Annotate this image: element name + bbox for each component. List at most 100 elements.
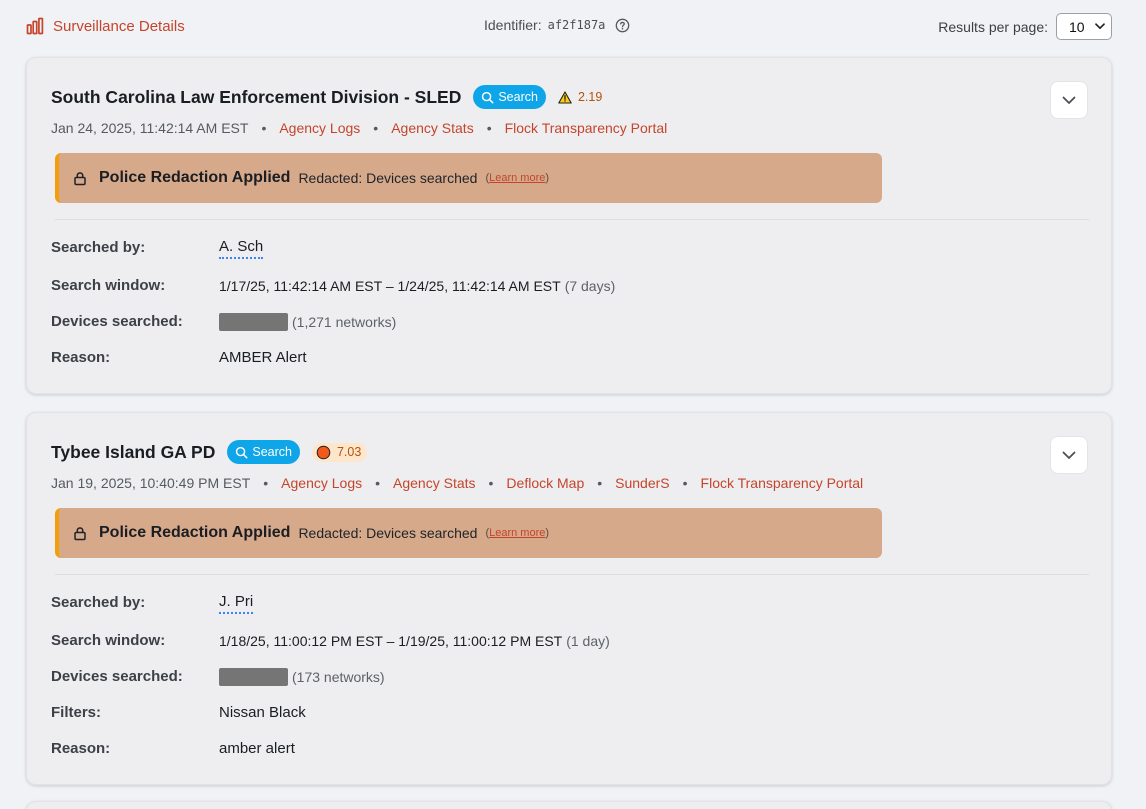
search-window-label: Search window: (51, 277, 166, 294)
search-icon (236, 446, 248, 458)
score-badge: 2.19 (558, 90, 602, 104)
learn-more-link[interactable]: Learn more (489, 527, 545, 539)
search-window-duration: (7 days) (564, 278, 616, 294)
chevron-down-icon (1062, 451, 1076, 459)
divider (55, 574, 1089, 575)
expand-button[interactable] (1050, 436, 1088, 474)
redaction-banner: Police Redaction Applied Redacted: Devic… (55, 508, 882, 558)
user-link[interactable]: J. Pri (219, 593, 254, 614)
learn-more-close: ) (545, 527, 550, 539)
divider (55, 219, 1089, 220)
bar-chart-icon (26, 17, 44, 35)
redaction-title: Police Redaction Applied (99, 169, 291, 186)
search-icon (482, 91, 494, 103)
brand-label: Surveillance Details (53, 17, 185, 35)
reason-value: amber alert (219, 740, 295, 757)
chevron-down-icon (1095, 23, 1105, 30)
devices-networks-count: (173 networks) (292, 669, 385, 685)
redaction-description: Redacted: Devices searched (298, 170, 478, 186)
surveillance-card (26, 801, 1112, 809)
timestamp: Jan 19, 2025, 10:40:49 PM EST (51, 475, 251, 491)
flock-transparency-portal-link[interactable]: Flock Transparency Portal (505, 120, 668, 136)
devices-searched-value: (1,271 networks) (219, 313, 396, 331)
reason-value: AMBER Alert (219, 349, 307, 366)
results-per-page-select[interactable]: 10 (1056, 13, 1112, 40)
searched-by-label: Searched by: (51, 594, 146, 611)
devices-searched-label: Devices searched: (51, 313, 183, 330)
top-bar: Surveillance Details Identifier: af2f187… (0, 0, 1146, 52)
reason-label: Reason: (51, 740, 111, 757)
score-value: 7.03 (336, 445, 362, 459)
identifier: Identifier: af2f187a (484, 17, 630, 33)
separator-dot: • (682, 475, 688, 491)
deflock-map-link[interactable]: Deflock Map (506, 475, 584, 491)
identifier-value: af2f187a (547, 18, 606, 32)
sunders-link[interactable]: SunderS (615, 475, 669, 491)
results-per-page-value: 10 (1069, 18, 1085, 35)
search-window-duration: (1 day) (566, 633, 610, 649)
search-badge[interactable]: Search (473, 85, 546, 109)
expand-button[interactable] (1050, 81, 1088, 119)
agency-logs-link[interactable]: Agency Logs (279, 120, 360, 136)
search-window-value: 1/18/25, 11:00:12 PM EST – 1/19/25, 11:0… (219, 633, 610, 649)
search-window-range: 1/17/25, 11:42:14 AM EST – 1/24/25, 11:4… (219, 278, 561, 294)
searched-by-value: A. Sch (219, 238, 264, 259)
lock-icon (74, 171, 86, 185)
devices-searched-value: (173 networks) (219, 668, 385, 686)
agency-name: Tybee Island GA PD (51, 441, 216, 462)
searched-by-value: J. Pri (219, 593, 254, 614)
learn-more-wrapper: (Learn more) (485, 527, 549, 539)
learn-more-close: ) (545, 172, 550, 184)
search-window-range: 1/18/25, 11:00:12 PM EST – 1/19/25, 11:0… (219, 633, 563, 649)
search-badge-label: Search (498, 90, 538, 104)
chevron-down-icon (1062, 96, 1076, 104)
identifier-label: Identifier: (484, 17, 542, 33)
filters-value: Nissan Black (219, 704, 306, 721)
devices-networks-count: (1,271 networks) (292, 314, 397, 330)
card-meta-row: Jan 19, 2025, 10:40:49 PM EST • Agency L… (51, 475, 863, 491)
redaction-banner: Police Redaction Applied Redacted: Devic… (55, 153, 882, 203)
devices-searched-label: Devices searched: (51, 668, 183, 685)
help-circle-icon[interactable] (615, 18, 630, 33)
card-title-row: South Carolina Law Enforcement Division … (51, 85, 602, 109)
search-window-label: Search window: (51, 632, 166, 649)
search-badge-label: Search (252, 445, 292, 459)
search-window-value: 1/17/25, 11:42:14 AM EST – 1/24/25, 11:4… (219, 278, 615, 294)
surveillance-card: South Carolina Law Enforcement Division … (26, 57, 1112, 394)
separator-dot: • (373, 120, 379, 136)
reason-label: Reason: (51, 349, 111, 366)
orange-circle-icon (316, 445, 331, 459)
agency-stats-link[interactable]: Agency Stats (391, 120, 474, 136)
separator-dot: • (597, 475, 603, 491)
separator-dot: • (261, 120, 267, 136)
surveillance-card: Tybee Island GA PD Search 7.03 Jan 19, 2… (26, 412, 1112, 785)
agency-stats-link[interactable]: Agency Stats (393, 475, 476, 491)
learn-more-wrapper: (Learn more) (485, 172, 549, 184)
agency-name: South Carolina Law Enforcement Division … (51, 86, 462, 107)
redaction-description: Redacted: Devices searched (298, 525, 478, 541)
timestamp: Jan 24, 2025, 11:42:14 AM EST (51, 120, 249, 136)
surveillance-details-link[interactable]: Surveillance Details (26, 17, 185, 35)
separator-dot: • (263, 475, 269, 491)
warning-triangle-icon (558, 90, 572, 104)
separator-dot: • (488, 475, 494, 491)
results-per-page-label: Results per page: (938, 18, 1048, 35)
search-badge[interactable]: Search (227, 440, 300, 464)
score-badge: 7.03 (311, 442, 368, 462)
flock-transparency-portal-link[interactable]: Flock Transparency Portal (701, 475, 864, 491)
separator-dot: • (375, 475, 381, 491)
lock-icon (74, 526, 86, 540)
learn-more-link[interactable]: Learn more (489, 172, 545, 184)
searched-by-label: Searched by: (51, 239, 146, 256)
redacted-block (219, 668, 288, 686)
card-meta-row: Jan 24, 2025, 11:42:14 AM EST • Agency L… (51, 120, 667, 136)
redacted-block (219, 313, 288, 331)
score-value: 2.19 (577, 90, 603, 104)
redaction-title: Police Redaction Applied (99, 524, 291, 541)
card-title-row: Tybee Island GA PD Search 7.03 (51, 440, 368, 464)
filters-label: Filters: (51, 704, 102, 721)
separator-dot: • (486, 120, 492, 136)
results-per-page: Results per page: 10 (938, 13, 1112, 40)
agency-logs-link[interactable]: Agency Logs (281, 475, 362, 491)
user-link[interactable]: A. Sch (219, 238, 264, 259)
